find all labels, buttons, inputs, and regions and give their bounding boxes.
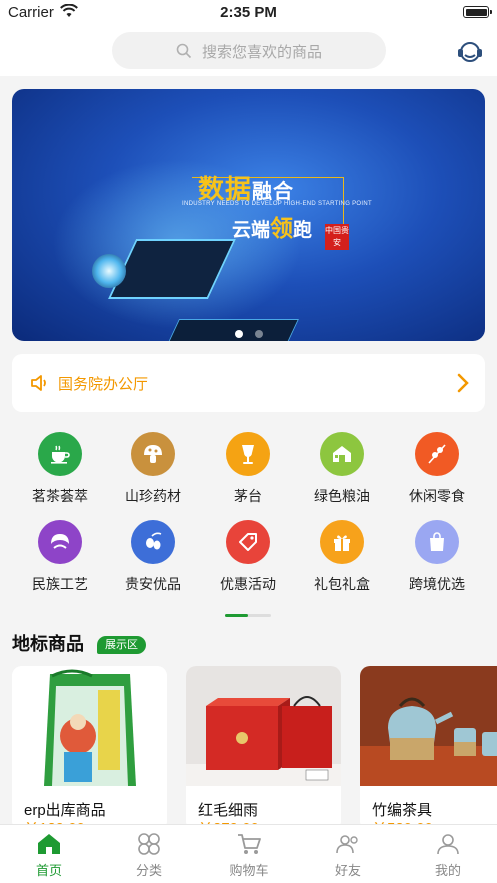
- tea-cup-icon: [51, 445, 70, 464]
- category-item-guian-select[interactable]: 贵安优品: [108, 520, 198, 594]
- tab-cart[interactable]: 购物车: [214, 832, 284, 879]
- notice-bar[interactable]: 国务院办公厅: [12, 354, 485, 412]
- banner-title-second-highlight: 领: [270, 215, 294, 241]
- category-circle: [38, 520, 82, 564]
- tab-friends[interactable]: 好友: [313, 832, 383, 879]
- olive-icon: [146, 532, 162, 550]
- category-label: 民族工艺: [32, 576, 88, 592]
- tab-label: 首页: [35, 863, 62, 878]
- notice-text: 国务院办公厅: [58, 376, 149, 393]
- category-circle: [415, 432, 459, 476]
- product-card[interactable]: 竹编茶具 ￥520.00: [360, 666, 497, 831]
- category-circle: [415, 520, 459, 564]
- product-image-rice-bag: [12, 666, 167, 786]
- category-circle: [131, 520, 175, 564]
- category-label: 贵安优品: [125, 576, 181, 592]
- product-card[interactable]: 红毛细雨 ￥279.00: [186, 666, 341, 831]
- banner-title-rest: 融合: [252, 181, 295, 203]
- category-circle: [320, 432, 364, 476]
- bottom-tab-bar: 首页 分类 购物车 好友 我的: [0, 824, 497, 883]
- product-image-bamboo-tea-set: [360, 666, 497, 786]
- category-label: 休闲零食: [409, 488, 465, 504]
- banner-title-second-a: 云端: [232, 220, 271, 241]
- battery-icon: [463, 6, 492, 18]
- clock: 2:35 PM: [220, 4, 277, 21]
- banner-seal: 中国贵安: [325, 224, 349, 250]
- category-item-tea[interactable]: 茗茶荟萃: [15, 432, 105, 506]
- carousel-dot-2[interactable]: [254, 330, 263, 338]
- search-icon: [176, 43, 192, 59]
- search-input[interactable]: 搜索您喜欢的商品: [112, 32, 386, 69]
- category-circle: [226, 432, 270, 476]
- category-icon: [138, 833, 160, 855]
- category-circle: [320, 520, 364, 564]
- category-item-gift-box[interactable]: 礼包礼盒: [297, 520, 387, 594]
- wine-glass-icon: [242, 445, 254, 464]
- category-item-crafts[interactable]: 民族工艺: [15, 520, 105, 594]
- shopping-bag-icon: [430, 532, 444, 551]
- cart-icon: [238, 834, 261, 854]
- tab-category[interactable]: 分类: [114, 832, 184, 879]
- farm-house-icon: [333, 446, 351, 462]
- carousel-dot-1[interactable]: [234, 330, 243, 338]
- carousel-indicator: [12, 325, 485, 341]
- section-title: 地标商品: [12, 634, 84, 654]
- speaker-icon: [31, 375, 46, 391]
- category-item-snacks[interactable]: 休闲零食: [392, 432, 482, 506]
- chevron-right-icon[interactable]: [457, 373, 469, 393]
- tab-label: 我的: [434, 863, 461, 878]
- category-page-indicator-active: [225, 614, 248, 617]
- product-image-tea-gift-box: [186, 666, 341, 786]
- profile-icon: [437, 834, 459, 855]
- category-label: 优惠活动: [220, 576, 276, 592]
- tab-label: 购物车: [229, 863, 269, 878]
- product-card[interactable]: erp出库商品 ￥129.00: [12, 666, 167, 831]
- banner-carousel[interactable]: 数据融合 INDUSTRY NEEDS TO DEVELOP HIGH-END …: [12, 89, 485, 341]
- category-item-cross-border[interactable]: 跨境优选: [392, 520, 482, 594]
- mushroom-icon: [144, 445, 162, 463]
- category-item-maotai[interactable]: 茅台: [203, 432, 293, 506]
- tab-profile[interactable]: 我的: [413, 832, 483, 879]
- section-badge: 展示区: [97, 636, 146, 654]
- category-circle: [131, 432, 175, 476]
- category-item-promotions[interactable]: 优惠活动: [203, 520, 293, 594]
- category-page-indicator: [225, 614, 271, 617]
- banner-camera-lens: [92, 254, 126, 288]
- category-item-herbs[interactable]: 山珍药材: [108, 432, 198, 506]
- category-label: 茅台: [234, 488, 262, 504]
- search-placeholder: 搜索您喜欢的商品: [202, 44, 323, 61]
- price-tag-icon: [239, 533, 257, 551]
- category-label: 茗茶荟萃: [32, 488, 88, 504]
- tab-label: 好友: [334, 863, 361, 878]
- craft-icon: [51, 534, 69, 549]
- customer-service-icon[interactable]: [456, 38, 484, 66]
- top-bar: 搜索您喜欢的商品: [0, 26, 497, 76]
- banner-subtitle: INDUSTRY NEEDS TO DEVELOP HIGH-END START…: [182, 201, 372, 207]
- tab-label: 分类: [135, 863, 162, 878]
- gift-icon: [334, 535, 350, 551]
- category-item-grain-oil[interactable]: 绿色粮油: [297, 432, 387, 506]
- category-label: 跨境优选: [409, 576, 465, 592]
- home-icon: [38, 834, 60, 854]
- banner-title-second-b: 跑: [293, 220, 313, 241]
- category-circle: [38, 432, 82, 476]
- status-bar: Carrier 2:35 PM: [0, 0, 497, 26]
- banner-title-second: 云端领跑: [232, 209, 312, 243]
- category-label: 绿色粮油: [314, 488, 370, 504]
- banner-title-highlight: 数据: [198, 174, 253, 204]
- product-list: erp出库商品 ￥129.00 红毛细雨 ￥279.00: [12, 666, 497, 831]
- category-label: 山珍药材: [125, 488, 181, 504]
- tab-home[interactable]: 首页: [14, 832, 84, 879]
- category-circle: [226, 520, 270, 564]
- skewer-icon: [428, 444, 446, 464]
- friends-icon: [336, 835, 358, 854]
- category-label: 礼包礼盒: [314, 576, 370, 592]
